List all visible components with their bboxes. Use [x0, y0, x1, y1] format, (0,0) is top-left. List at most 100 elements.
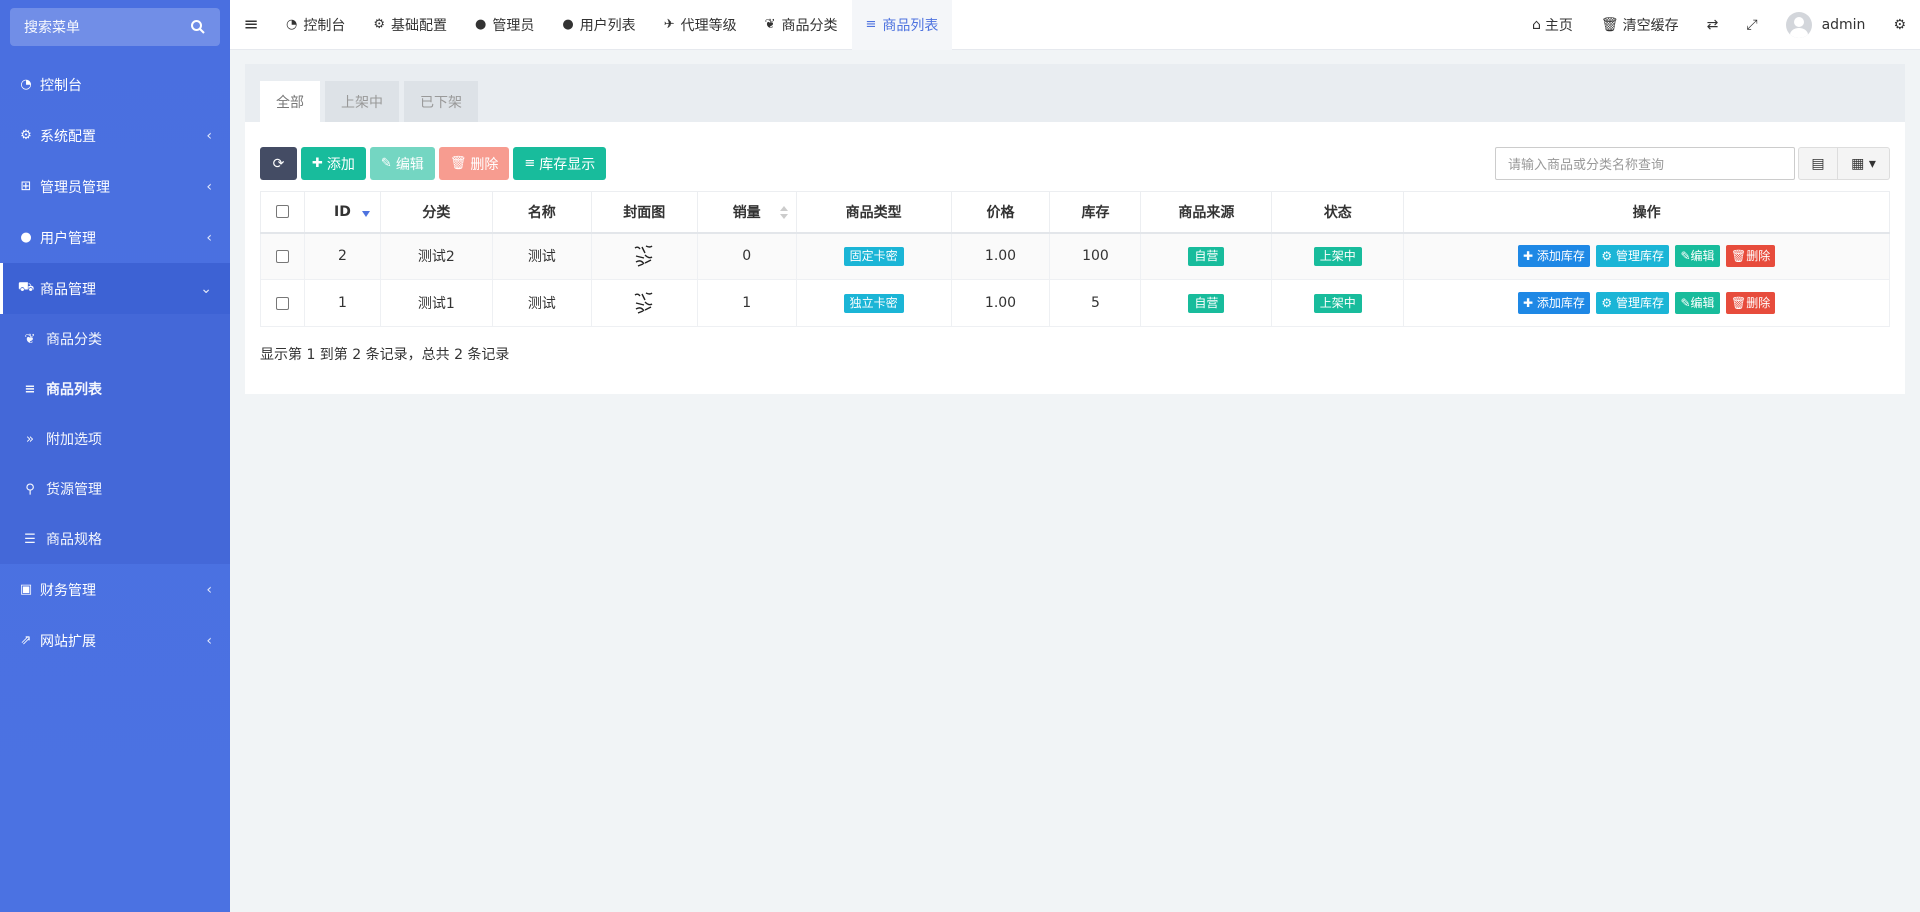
- refresh-button[interactable]: ⟳: [260, 147, 297, 180]
- cell-price: 1.00: [950, 232, 1051, 280]
- sidebar-item-admin-manage[interactable]: ⊞ 管理员管理 ‹: [0, 161, 230, 212]
- table-header-row: ID 分类 名称 封面图 销量 商品类型 价格 库存 商品来源 状态 操作: [260, 191, 1890, 234]
- col-type: 商品类型: [795, 191, 952, 234]
- menu-toggle-icon[interactable]: ≡: [230, 0, 272, 50]
- home-link[interactable]: ⌂ 主页: [1518, 0, 1587, 50]
- tab-user-list[interactable]: ● 用户列表: [548, 0, 649, 50]
- select-all-checkbox[interactable]: [275, 205, 289, 219]
- sidebar-item-dashboard[interactable]: ◔ 控制台: [0, 59, 230, 110]
- tab-agent-level[interactable]: ✈ 代理等级: [650, 0, 751, 50]
- tab-off-sale[interactable]: 已下架: [404, 81, 478, 122]
- status-toggle[interactable]: 上架中: [1313, 246, 1362, 266]
- clear-cache-button[interactable]: 🗑 清空缓存: [1587, 0, 1693, 50]
- sidebar-menu: ◔ 控制台 ⚙ 系统配置 ‹ ⊞ 管理员管理 ‹ ● 用户管理 ‹ ⛟ 商品管理…: [0, 59, 230, 666]
- cell-stock: 5: [1049, 279, 1142, 327]
- cover-image[interactable]: [630, 289, 658, 317]
- cell-cover: [590, 279, 698, 327]
- row-edit-button[interactable]: ✎编辑: [1675, 245, 1720, 268]
- edit-label: 编辑: [395, 156, 424, 173]
- chevron-left-icon: ‹: [206, 581, 212, 598]
- user-icon: ●: [20, 230, 32, 245]
- sidebar-subitem-label: 商品列表: [46, 382, 102, 398]
- sidebar-item-goods-manage[interactable]: ⛟ 商品管理 ⌄: [0, 263, 230, 314]
- goods-search-input[interactable]: 请输入商品或分类名称查询: [1495, 147, 1795, 180]
- col-sales[interactable]: 销量: [696, 191, 797, 234]
- tab-basic-config[interactable]: ⚙ 基础配置: [359, 0, 461, 50]
- row-delete-button[interactable]: 🗑删除: [1725, 245, 1776, 268]
- tab-label: 控制台: [303, 17, 346, 34]
- delete-label: 删除: [470, 156, 499, 173]
- row-delete-button[interactable]: 🗑删除: [1725, 292, 1776, 314]
- cogs-icon[interactable]: ⚙: [1879, 0, 1920, 50]
- user-menu[interactable]: admin: [1772, 0, 1880, 50]
- fullscreen-icon[interactable]: ⤢: [1732, 0, 1771, 50]
- row-edit-button[interactable]: ✎编辑: [1675, 292, 1720, 314]
- topbar: ≡ ◔ 控制台 ⚙ 基础配置 ● 管理员 ● 用户列表 ✈ 代理等级 ❦ 商品分类 ≡ 商品列…: [230, 0, 1920, 50]
- add-label: 添加: [326, 156, 355, 173]
- tab-goods-category[interactable]: ❦ 商品分类: [751, 0, 852, 50]
- avatar: [1785, 12, 1812, 38]
- chevron-left-icon: ‹: [206, 178, 212, 195]
- tab-admin[interactable]: ● 管理员: [461, 0, 548, 50]
- cell-name: 测试: [491, 279, 592, 327]
- edit-button[interactable]: ✎ 编辑: [369, 147, 435, 180]
- row-delete-label: 删除: [1746, 249, 1771, 264]
- status-toggle[interactable]: 上架中: [1313, 293, 1362, 313]
- add-stock-button[interactable]: ✚ 添加库存: [1518, 245, 1590, 268]
- stock-display-button[interactable]: ≡ 库存显示: [513, 147, 607, 180]
- sidebar-subitem-goods-list[interactable]: ≡ 商品列表: [0, 364, 230, 414]
- sidebar-subitem-goods-category[interactable]: ❦ 商品分类: [0, 314, 230, 364]
- cover-image[interactable]: [630, 242, 658, 270]
- manage-stock-button[interactable]: ⚙ 管理库存: [1596, 245, 1669, 268]
- chevron-left-icon: ‹: [206, 127, 212, 144]
- search-icon[interactable]: [190, 19, 206, 35]
- list-icon: ≡: [24, 381, 36, 397]
- sidebar-subitem-goods-spec[interactable]: ☰ 商品规格: [0, 514, 230, 564]
- tab-all[interactable]: 全部: [260, 81, 320, 122]
- cell-id: 1: [303, 279, 381, 327]
- add-stock-button[interactable]: ✚ 添加库存: [1518, 292, 1590, 314]
- row-checkbox[interactable]: [275, 249, 289, 263]
- add-button[interactable]: ✚ 添加: [301, 147, 366, 180]
- row-edit-label: 编辑: [1690, 249, 1715, 264]
- delete-button[interactable]: 🗑 删除: [438, 147, 510, 180]
- col-id[interactable]: ID: [303, 191, 381, 234]
- list-icon: ≡: [524, 156, 536, 171]
- columns-toggle-button[interactable]: ▦ ▾: [1838, 147, 1890, 180]
- refresh-icon: ⟳: [272, 155, 285, 172]
- sidebar-subitem-source-manage[interactable]: ⚲ 货源管理: [0, 464, 230, 514]
- tab-label: 商品列表: [882, 17, 939, 34]
- goods-submenu: ❦ 商品分类 ≡ 商品列表 » 附加选项 ⚲ 货源管理 ☰ 商品规格: [0, 314, 230, 564]
- sidebar-subitem-label: 附加选项: [46, 432, 102, 448]
- menu-search-input[interactable]: 搜索菜单: [10, 8, 220, 46]
- sidebar-item-site-extend[interactable]: ⇗ 网站扩展 ‹: [0, 615, 230, 666]
- translate-icon[interactable]: ⇄: [1693, 0, 1733, 50]
- topbar-right: ⌂ 主页 🗑 清空缓存 ⇄ ⤢ admin ⚙: [1518, 0, 1920, 50]
- card-view-button[interactable]: ▤: [1798, 147, 1838, 180]
- tab-dashboard[interactable]: ◔ 控制台: [272, 0, 359, 50]
- cell-type: 独立卡密: [795, 279, 952, 327]
- cell-cover: [590, 232, 698, 280]
- sidebar-item-user-manage[interactable]: ● 用户管理 ‹: [0, 212, 230, 263]
- view-buttons: ▤ ▦ ▾: [1798, 147, 1890, 180]
- sidebar-item-finance-manage[interactable]: ▣ 财务管理 ‹: [0, 564, 230, 615]
- cell-sales: 0: [696, 232, 797, 280]
- sidebar-item-label: 商品管理: [40, 281, 96, 298]
- leaf-icon: ❦: [764, 17, 776, 32]
- sidebar-item-label: 用户管理: [40, 230, 96, 247]
- sidebar-item-label: 系统配置: [40, 128, 96, 145]
- leaf-icon: ❦: [24, 331, 36, 347]
- sidebar-subitem-label: 货源管理: [46, 482, 102, 498]
- type-badge: 固定卡密: [843, 246, 904, 266]
- cell-name: 测试: [491, 232, 592, 280]
- sidebar-subitem-extra-options[interactable]: » 附加选项: [0, 414, 230, 464]
- row-checkbox[interactable]: [275, 296, 289, 310]
- tab-on-sale[interactable]: 上架中: [325, 81, 399, 122]
- stock-display-label: 库存显示: [539, 156, 596, 173]
- tab-goods-list[interactable]: ≡ 商品列表: [851, 0, 953, 50]
- manage-stock-button[interactable]: ⚙ 管理库存: [1596, 292, 1669, 314]
- sidebar-item-system-config[interactable]: ⚙ 系统配置 ‹: [0, 110, 230, 161]
- row-select-cell: [260, 232, 305, 280]
- cogs-icon: ⚙: [1601, 296, 1613, 310]
- user-icon: ●: [562, 17, 574, 32]
